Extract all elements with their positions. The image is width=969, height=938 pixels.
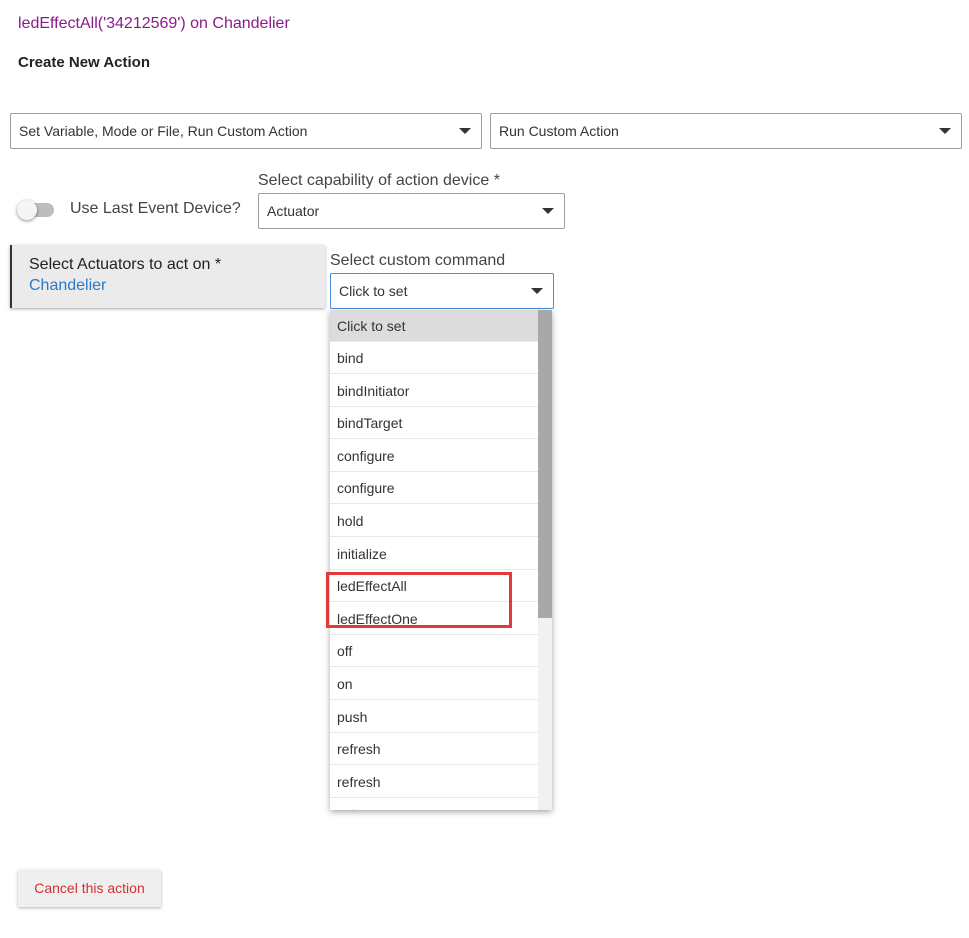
dropdown-option[interactable]: refresh	[330, 733, 538, 765]
custom-command-dropdown[interactable]: Click to set bind bindInitiator bindTarg…	[330, 310, 552, 810]
highlight-annotation-box	[326, 572, 512, 628]
toggle-knob[interactable]	[17, 200, 37, 220]
action-category-select[interactable]: Set Variable, Mode or File, Run Custom A…	[10, 113, 482, 149]
dropdown-option[interactable]: bindTarget	[330, 407, 538, 439]
page-title-link[interactable]: ledEffectAll('34212569') on Chandelier	[18, 15, 290, 33]
dropdown-option[interactable]: off	[330, 635, 538, 667]
actuators-label: Select Actuators to act on *	[29, 256, 222, 273]
dropdown-option[interactable]: set	[330, 798, 538, 810]
caret-down-icon	[531, 288, 543, 294]
action-category-value: Set Variable, Mode or File, Run Custom A…	[19, 123, 308, 139]
dropdown-option[interactable]: on	[330, 668, 538, 700]
dropdown-option[interactable]: hold	[330, 505, 538, 537]
caret-down-icon	[939, 128, 951, 134]
caret-down-icon	[459, 128, 471, 134]
cancel-action-button[interactable]: Cancel this action	[18, 870, 161, 907]
dropdown-option[interactable]: Click to set	[330, 310, 538, 342]
custom-command-value: Click to set	[339, 283, 408, 299]
dropdown-option[interactable]: configure	[330, 440, 538, 472]
dropdown-option[interactable]: configure	[330, 472, 538, 504]
capability-select[interactable]: Actuator	[258, 193, 565, 229]
action-type-value: Run Custom Action	[499, 123, 619, 139]
dropdown-option[interactable]: push	[330, 701, 538, 733]
dropdown-option[interactable]: bindInitiator	[330, 375, 538, 407]
use-last-event-label: Use Last Event Device?	[70, 200, 241, 217]
action-type-select[interactable]: Run Custom Action	[490, 113, 962, 149]
actuators-value[interactable]: Chandelier	[29, 277, 106, 295]
actuators-selector[interactable]: Select Actuators to act on * Chandelier	[10, 245, 325, 308]
dropdown-option[interactable]: refresh	[330, 766, 538, 798]
section-title: Create New Action	[18, 54, 150, 71]
caret-down-icon	[542, 208, 554, 214]
capability-label: Select capability of action device *	[258, 172, 500, 189]
custom-command-select[interactable]: Click to set	[330, 273, 554, 309]
dropdown-option[interactable]: bind	[330, 342, 538, 374]
custom-command-label: Select custom command	[330, 252, 506, 269]
dropdown-scrollbar-thumb[interactable]	[538, 310, 552, 618]
capability-value: Actuator	[267, 203, 320, 219]
dropdown-option[interactable]: initialize	[330, 538, 538, 570]
